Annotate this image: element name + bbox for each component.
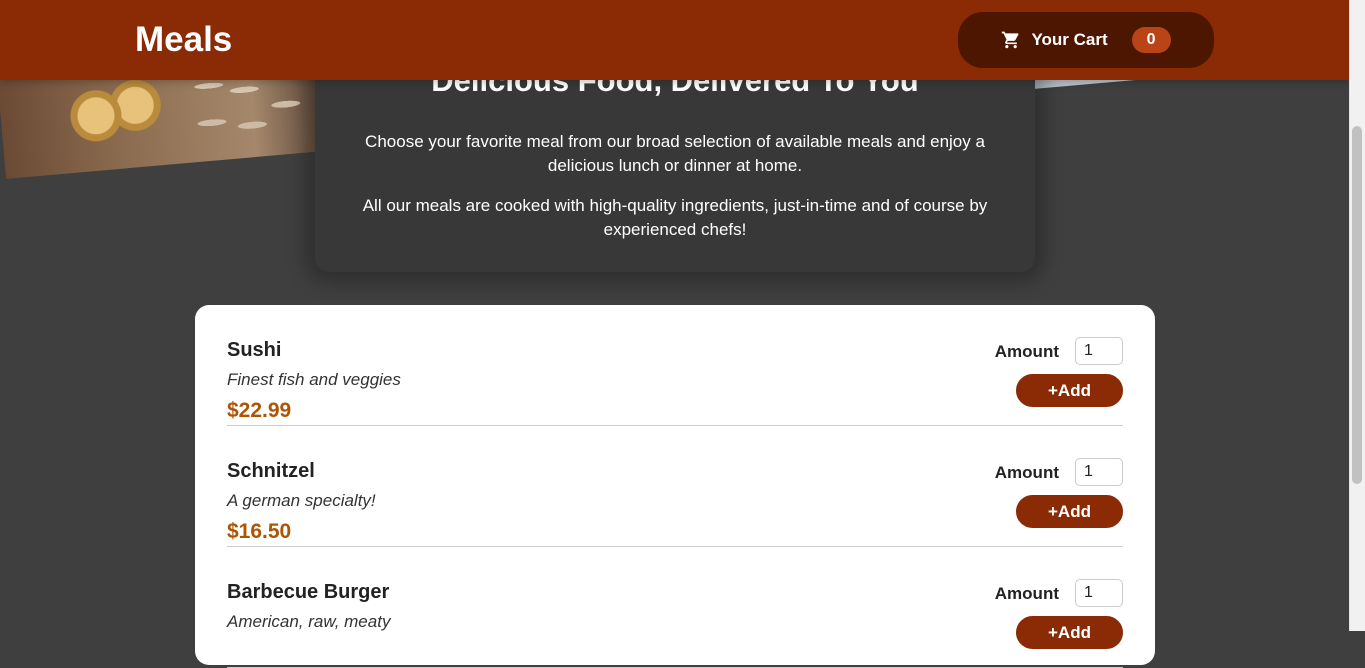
meal-item: Schnitzel A german specialty! $16.50 Amo… — [227, 426, 1123, 547]
meal-name: Barbecue Burger — [227, 581, 390, 603]
meal-price: $16.50 — [227, 520, 292, 543]
meal-item: Sushi Finest fish and veggies $22.99 Amo… — [227, 305, 1123, 426]
top-header: Meals Your Cart 0 — [0, 0, 1350, 80]
add-to-cart-button[interactable]: +Add — [1016, 616, 1123, 649]
brand-title: Meals — [135, 20, 233, 59]
meal-item: Barbecue Burger American, raw, meaty Amo… — [227, 547, 1123, 668]
add-to-cart-button[interactable]: +Add — [1016, 374, 1123, 407]
meal-description: American, raw, meaty — [227, 612, 391, 631]
amount-label: Amount — [994, 584, 1059, 603]
cart-count-badge: 0 — [1131, 27, 1171, 53]
add-to-cart-button[interactable]: +Add — [1016, 495, 1123, 528]
amount-input[interactable] — [1075, 458, 1123, 486]
scrollbar-thumb[interactable] — [1352, 126, 1362, 484]
meal-name: Schnitzel — [227, 460, 315, 482]
summary-paragraph: All our meals are cooked with high-quali… — [362, 196, 988, 239]
meal-name: Sushi — [227, 339, 282, 361]
summary-paragraph: Choose your favorite meal from our broad… — [365, 132, 985, 175]
cart-icon — [1001, 30, 1021, 50]
amount-input[interactable] — [1075, 337, 1123, 365]
amount-label: Amount — [994, 342, 1059, 361]
meal-description: A german specialty! — [227, 491, 376, 510]
page-scrollbar[interactable] — [1349, 0, 1365, 631]
amount-input[interactable] — [1075, 579, 1123, 607]
meal-description: Finest fish and veggies — [227, 370, 401, 389]
meals-list: Sushi Finest fish and veggies $22.99 Amo… — [195, 305, 1155, 668]
amount-label: Amount — [994, 463, 1059, 482]
cart-label: Your Cart — [1031, 30, 1108, 49]
cart-button[interactable]: Your Cart 0 — [958, 12, 1214, 68]
meal-price: $22.99 — [227, 399, 292, 422]
